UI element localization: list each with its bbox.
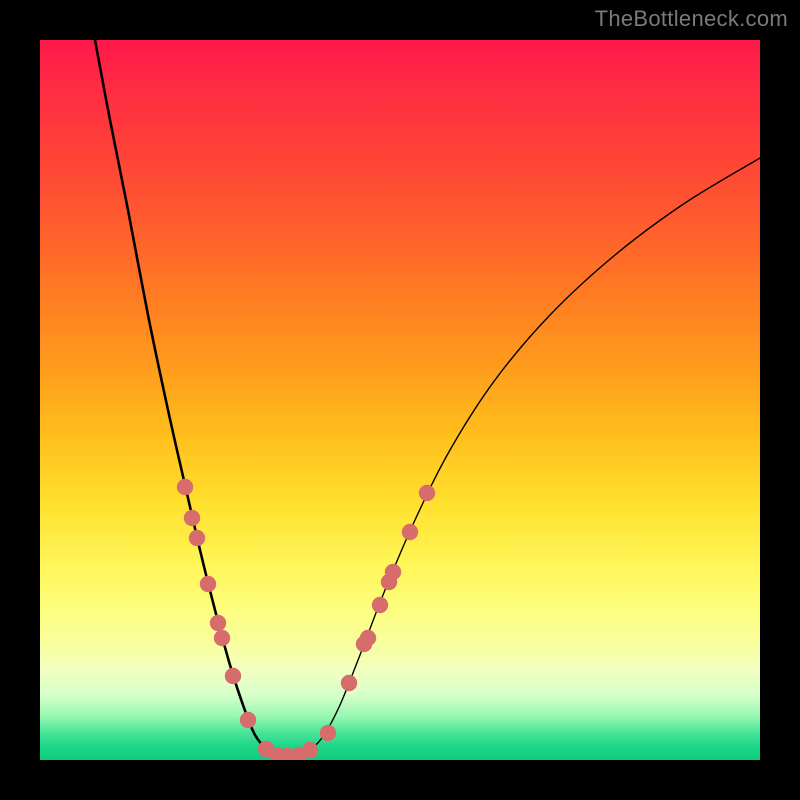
- curve-plot: [40, 40, 760, 760]
- marker-dot: [225, 668, 241, 684]
- curve-left: [95, 40, 295, 756]
- marker-dot: [302, 742, 318, 758]
- marker-dot: [341, 675, 357, 691]
- marker-dot: [189, 530, 205, 546]
- marker-dot: [184, 510, 200, 526]
- marker-dot: [200, 576, 216, 592]
- watermark-text: TheBottleneck.com: [595, 6, 788, 32]
- marker-dot: [210, 615, 226, 631]
- marker-dot: [177, 479, 193, 495]
- curve-right: [268, 158, 760, 757]
- marker-dot: [402, 524, 418, 540]
- marker-dot: [372, 597, 388, 613]
- marker-dot: [385, 564, 401, 580]
- marker-dot: [360, 630, 376, 646]
- marker-dot: [320, 725, 336, 741]
- marker-dot: [214, 630, 230, 646]
- chart-frame: TheBottleneck.com: [0, 0, 800, 800]
- marker-dot: [240, 712, 256, 728]
- marker-dot: [419, 485, 435, 501]
